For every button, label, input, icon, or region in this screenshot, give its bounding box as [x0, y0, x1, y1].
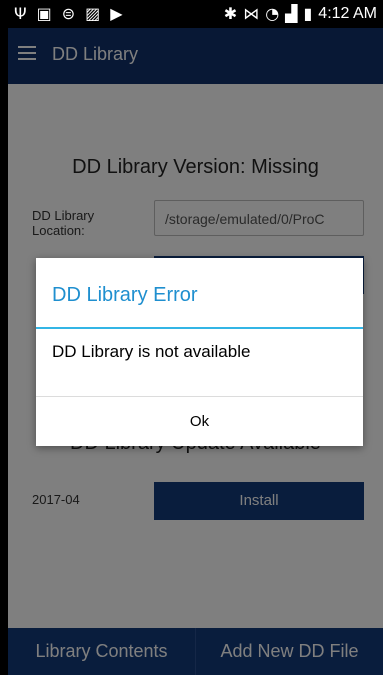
- wifi-download-icon: ⊜: [61, 4, 76, 23]
- play-store-icon: ▶: [110, 4, 123, 23]
- wifi-icon: ◔: [265, 4, 280, 23]
- usb-icon: Ψ: [14, 4, 27, 23]
- signal-icon: ▟: [285, 4, 298, 23]
- status-bar: Ψ ▣ ⊜ ▨ ▶ ✱ ⋈ ◔ ▟ ▮ 4:12 AM: [8, 0, 383, 28]
- dialog-title: DD Library Error: [52, 284, 198, 306]
- image-icon: ▨: [85, 4, 101, 23]
- status-time: 4:12 AM: [318, 5, 377, 22]
- status-left-icons: Ψ ▣ ⊜ ▨ ▶: [14, 4, 123, 24]
- dialog-message: DD Library is not available: [52, 342, 251, 361]
- vibrate-icon: ⋈: [243, 4, 260, 23]
- battery-full-icon: ▣: [36, 4, 52, 23]
- ok-button[interactable]: Ok: [36, 397, 363, 446]
- status-right-icons: ✱ ⋈ ◔ ▟ ▮ 4:12 AM: [224, 4, 377, 24]
- device-frame: [0, 0, 8, 675]
- battery-charging-icon: ▮: [303, 4, 313, 23]
- screen: Ψ ▣ ⊜ ▨ ▶ ✱ ⋈ ◔ ▟ ▮ 4:12 AM DD Library D…: [8, 0, 383, 675]
- error-dialog: DD Library Error DD Library is not avail…: [36, 258, 363, 446]
- dialog-divider: [36, 327, 363, 329]
- bluetooth-icon: ✱: [223, 4, 238, 23]
